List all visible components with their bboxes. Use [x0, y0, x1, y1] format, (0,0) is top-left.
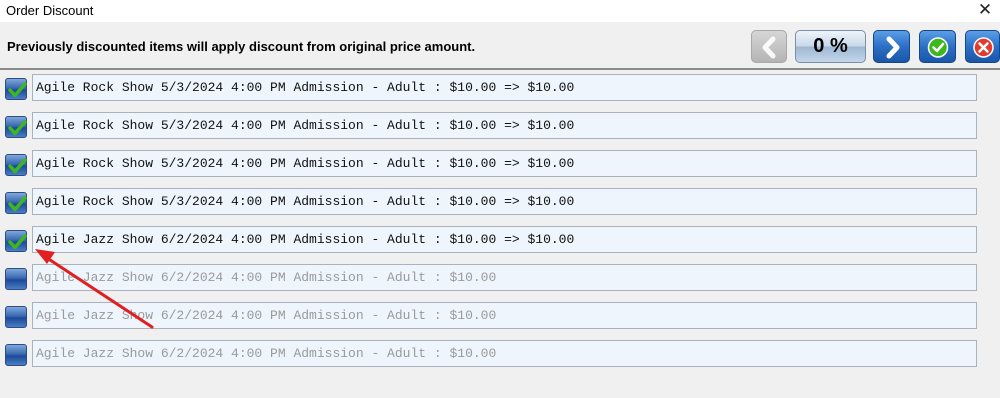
- item-description[interactable]: Agile Jazz Show 6/2/2024 4:00 PM Admissi…: [32, 340, 977, 367]
- checkmark-icon: [8, 82, 27, 98]
- checkmark-icon: [8, 234, 27, 250]
- item-checkbox[interactable]: [5, 116, 27, 138]
- checkmark-icon: [8, 196, 27, 212]
- item-description[interactable]: Agile Rock Show 5/3/2024 4:00 PM Admissi…: [32, 112, 977, 139]
- item-checkbox[interactable]: [5, 306, 27, 328]
- list-item: Agile Rock Show 5/3/2024 4:00 PM Admissi…: [0, 187, 1000, 217]
- title-bar: Order Discount ✕: [0, 0, 1000, 22]
- next-button[interactable]: [873, 30, 910, 63]
- chevron-right-icon: [886, 36, 900, 59]
- chevron-left-icon: [762, 36, 776, 59]
- item-checkbox[interactable]: [5, 230, 27, 252]
- item-description[interactable]: Agile Rock Show 5/3/2024 4:00 PM Admissi…: [32, 150, 977, 177]
- item-description[interactable]: Agile Jazz Show 6/2/2024 4:00 PM Admissi…: [32, 264, 977, 291]
- item-description[interactable]: Agile Rock Show 5/3/2024 4:00 PM Admissi…: [32, 74, 977, 101]
- item-description[interactable]: Agile Jazz Show 6/2/2024 4:00 PM Admissi…: [32, 302, 977, 329]
- checkmark-circle-icon: [927, 37, 949, 58]
- checkmark-icon: [8, 120, 27, 136]
- list-item: Agile Rock Show 5/3/2024 4:00 PM Admissi…: [0, 149, 1000, 179]
- list-item: Agile Rock Show 5/3/2024 4:00 PM Admissi…: [0, 111, 1000, 141]
- item-description[interactable]: Agile Jazz Show 6/2/2024 4:00 PM Admissi…: [32, 226, 977, 253]
- item-checkbox[interactable]: [5, 268, 27, 290]
- previous-button[interactable]: [751, 30, 787, 63]
- checkmark-icon: [8, 158, 27, 174]
- ok-button[interactable]: [919, 30, 956, 63]
- list-item: Agile Jazz Show 6/2/2024 4:00 PM Admissi…: [0, 225, 1000, 255]
- list-item: Agile Rock Show 5/3/2024 4:00 PM Admissi…: [0, 73, 1000, 103]
- list-item: Agile Jazz Show 6/2/2024 4:00 PM Admissi…: [0, 301, 1000, 331]
- item-description[interactable]: Agile Rock Show 5/3/2024 4:00 PM Admissi…: [32, 188, 977, 215]
- x-circle-icon: [973, 37, 994, 58]
- close-icon[interactable]: ✕: [976, 0, 994, 20]
- item-checkbox[interactable]: [5, 78, 27, 100]
- discount-notice: Previously discounted items will apply d…: [7, 39, 476, 54]
- list-item: Agile Jazz Show 6/2/2024 4:00 PM Admissi…: [0, 263, 1000, 293]
- window-title: Order Discount: [6, 3, 94, 18]
- discount-percent-button[interactable]: 0 %: [795, 30, 866, 63]
- header-bar: Previously discounted items will apply d…: [0, 22, 1000, 70]
- item-checkbox[interactable]: [5, 154, 27, 176]
- item-checkbox[interactable]: [5, 192, 27, 214]
- list-item: Agile Jazz Show 6/2/2024 4:00 PM Admissi…: [0, 339, 1000, 369]
- cancel-button[interactable]: [965, 30, 1000, 63]
- item-checkbox[interactable]: [5, 344, 27, 366]
